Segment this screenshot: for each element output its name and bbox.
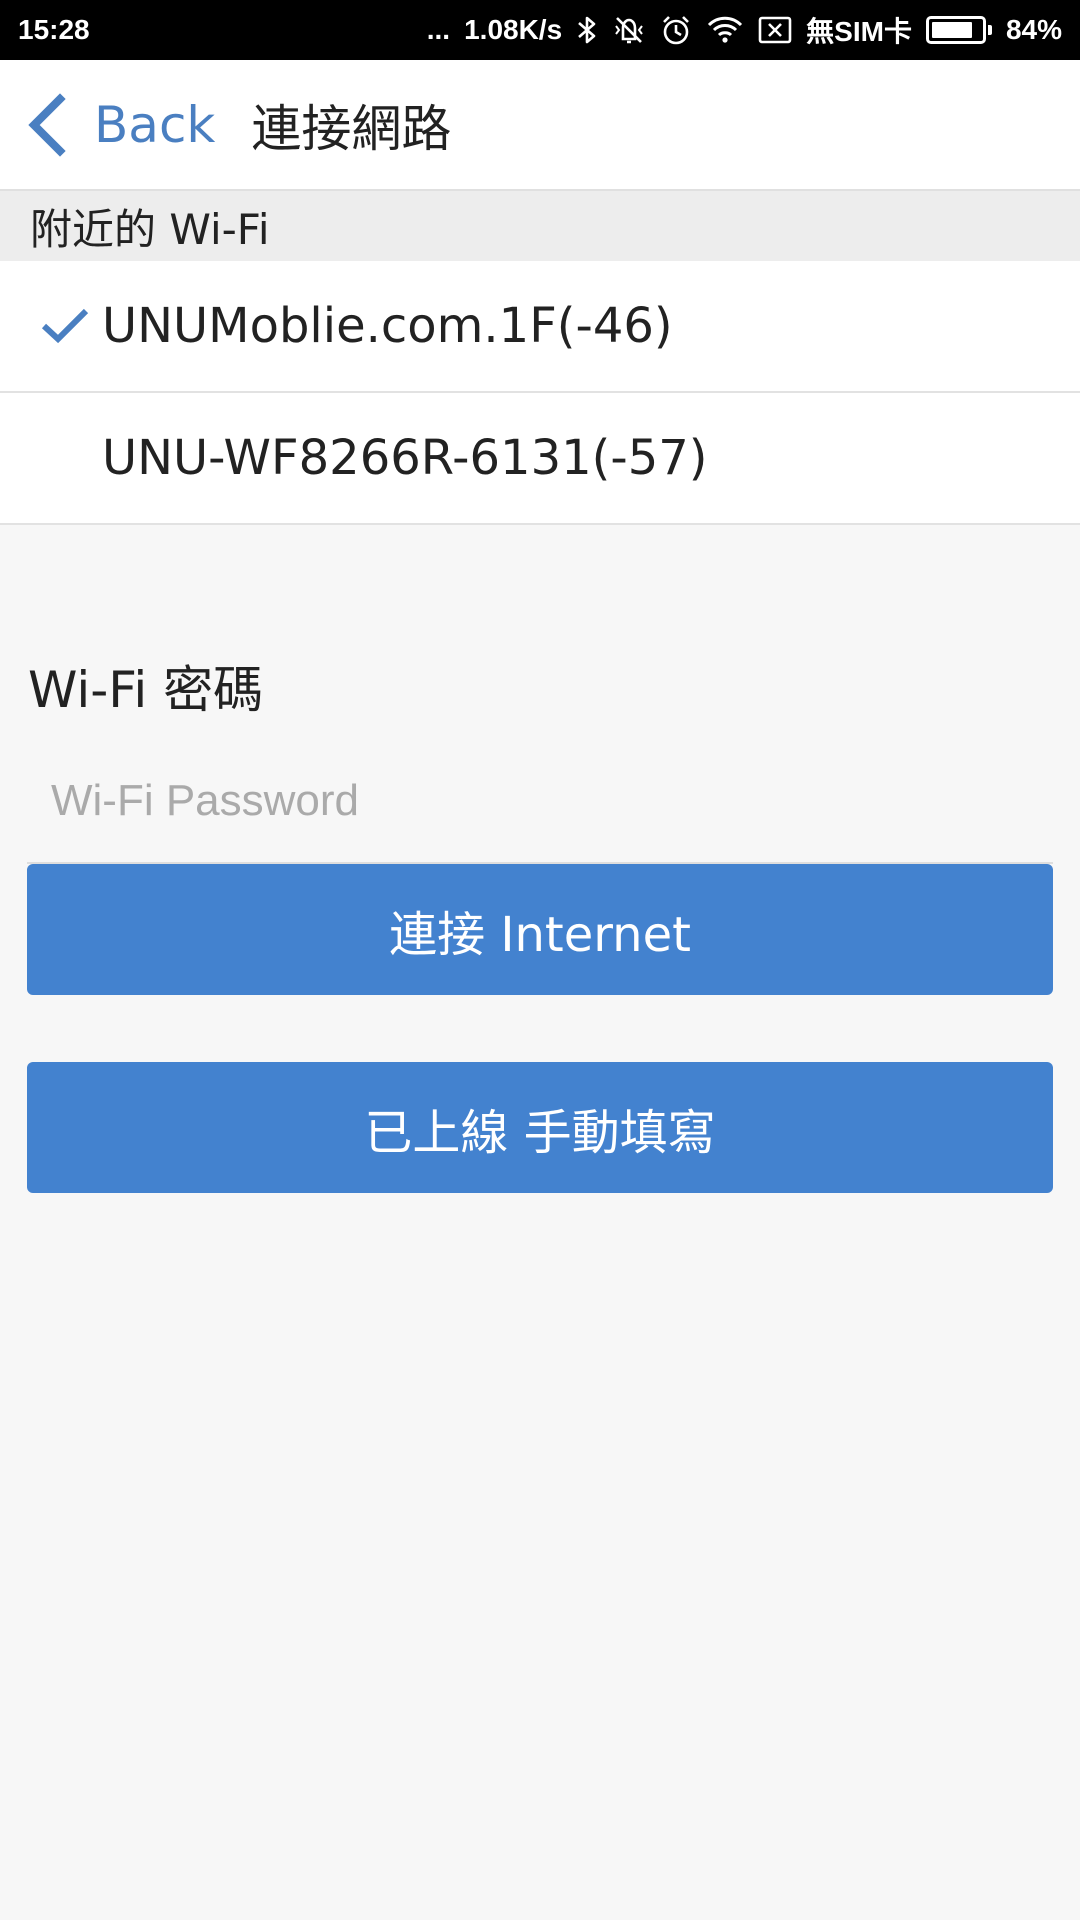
wifi-item-unu-wf8266r[interactable]: UNU-WF8266R-6131(-57) (0, 393, 1080, 525)
nearby-wifi-header: 附近的 Wi-Fi (0, 191, 1080, 261)
page-title: 連接網路 (251, 99, 452, 158)
alarm-icon (660, 14, 692, 46)
nav-bar: Back 連接網路 (0, 60, 1080, 191)
chevron-left-icon (28, 92, 66, 157)
bluetooth-icon (576, 14, 598, 46)
battery-percent: 84% (1005, 14, 1062, 45)
vibrate-off-icon (612, 14, 646, 46)
status-icons: ... 1.08K/s 無SIM卡 84% (427, 10, 1062, 50)
sim-x-icon (758, 15, 792, 45)
sim-status: 無SIM卡 (806, 16, 912, 47)
status-time: 15:28 (18, 14, 90, 45)
password-input[interactable] (27, 740, 1053, 864)
wifi-name: UNU-WF8266R-6131(-57) (102, 430, 708, 486)
manual-entry-button[interactable]: 已上線 手動填寫 (27, 1062, 1053, 1193)
network-speed: 1.08K/s (464, 14, 563, 45)
checkmark-icon (41, 308, 89, 344)
password-label: Wi-Fi 密碼 (28, 661, 264, 719)
battery-icon (925, 16, 992, 44)
wifi-icon (706, 15, 744, 45)
status-bar: 15:28 ... 1.08K/s 無SIM卡 84% (0, 0, 1080, 60)
wifi-name: UNUMoblie.com.1F(-46) (102, 298, 673, 354)
status-dots: ... (426, 14, 451, 45)
connect-internet-button[interactable]: 連接 Internet (27, 864, 1053, 995)
back-label: Back (94, 95, 216, 154)
wifi-list: UNUMoblie.com.1F(-46) UNU-WF8266R-6131(-… (0, 261, 1080, 525)
wifi-item-unumoblie[interactable]: UNUMoblie.com.1F(-46) (0, 261, 1080, 393)
back-button[interactable]: Back (0, 60, 235, 189)
